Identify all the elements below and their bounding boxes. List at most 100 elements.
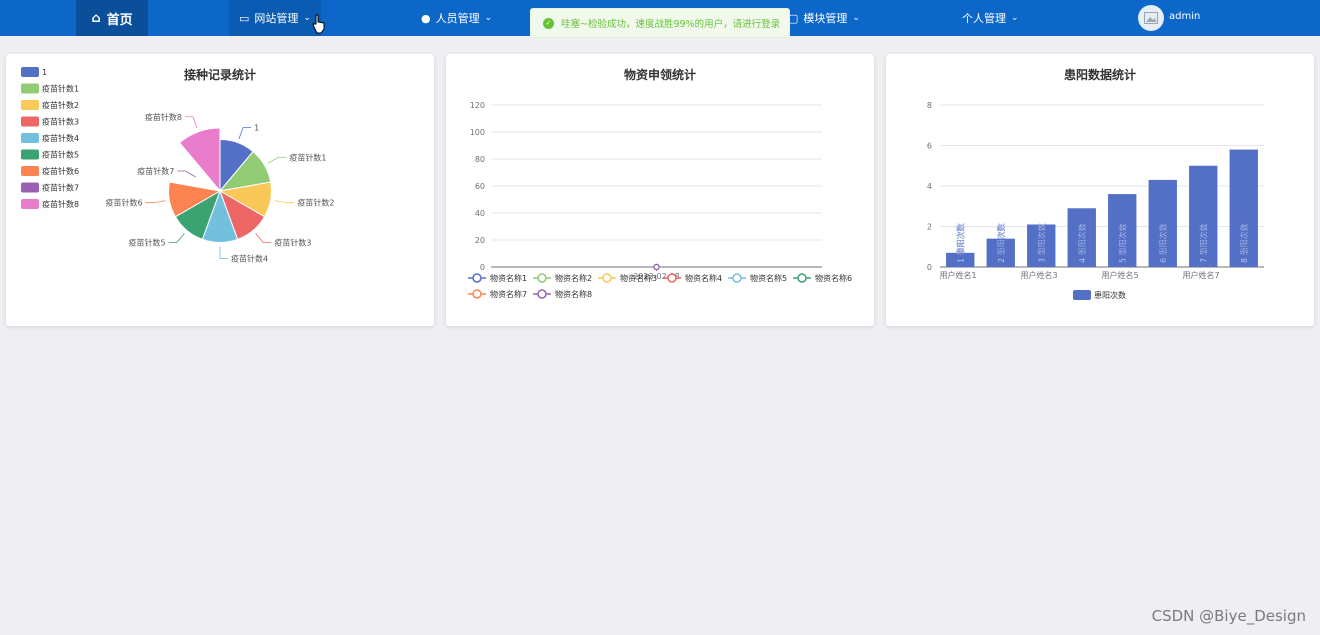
pie-slice-label: 疫苗针数2: [297, 198, 334, 208]
line-legend-marker-dot[interactable]: [472, 273, 482, 283]
pie-legend-swatch[interactable]: [21, 199, 39, 209]
line-legend-marker-dot[interactable]: [537, 289, 547, 299]
line-legend-marker-dot[interactable]: [537, 273, 547, 283]
pie-legend-swatch[interactable]: [21, 83, 39, 94]
line-legend-marker-dot[interactable]: [602, 273, 612, 283]
pie-legend-label[interactable]: 疫苗针数3: [42, 117, 79, 127]
bar-y-tick-label: 6: [927, 142, 932, 151]
pie-legend-label[interactable]: 疫苗针数8: [42, 199, 79, 209]
pie-slice-label: 疫苗针数7: [137, 166, 174, 176]
line-legend-label[interactable]: 物资名称4: [685, 273, 722, 283]
pie-label-line: [219, 246, 228, 259]
bar-y-tick-label: 0: [927, 263, 932, 272]
pie-slice-label: 1: [254, 124, 259, 133]
bar-x-tick-label: 用户姓名5: [1101, 270, 1138, 280]
line-legend-label[interactable]: 物资名称5: [750, 273, 787, 283]
pie-legend-swatch[interactable]: [21, 182, 39, 193]
pie-legend-label[interactable]: 疫苗针数6: [42, 166, 79, 176]
pie-slice-label: 疫苗针数6: [105, 198, 142, 208]
pie-legend-label[interactable]: 疫苗针数4: [42, 133, 79, 143]
home-icon: ⌂: [91, 10, 101, 26]
pie-legend-label[interactable]: 疫苗针数5: [42, 150, 79, 160]
bar-value-label: 6 患阳次数: [1158, 223, 1168, 263]
line-chart: 0204060801001202023-02-08物资名称1 物资名称2 物资名称3…: [468, 101, 852, 299]
line-legend-label[interactable]: 物资名称3: [620, 273, 657, 283]
line-y-tick-label: 120: [470, 101, 485, 110]
pie-label-line: [145, 200, 166, 204]
bar-value-label: 1 患阳次数: [955, 223, 965, 263]
line-y-tick-label: 0: [480, 263, 485, 272]
bar-y-tick-label: 2: [927, 223, 932, 232]
nav-people-management[interactable]: ● 人员管理 ⌄: [421, 0, 492, 36]
nav-site-management[interactable]: ▭ 网站管理 ⌄: [229, 0, 321, 36]
pie-label-line: [255, 233, 272, 244]
username-label[interactable]: admin: [1169, 0, 1200, 36]
nav-personal-label: 个人管理: [962, 12, 1006, 25]
pie-legend-label[interactable]: 疫苗针数1: [42, 84, 79, 94]
line-legend-label[interactable]: 物资名称7: [490, 289, 527, 299]
bar-value-label: 3 患阳次数: [1036, 223, 1046, 263]
pie-label-line: [238, 127, 252, 140]
pie-label-line: [267, 156, 287, 164]
pie-legend-label[interactable]: 疫苗针数2: [42, 100, 79, 110]
line-point[interactable]: [653, 263, 660, 271]
bar-x-tick-label: 用户姓名3: [1020, 270, 1057, 280]
pie-slice-label: 疫苗针数1: [289, 152, 326, 162]
chevron-down-icon: ⌄: [484, 13, 493, 23]
pie-legend-swatch[interactable]: [21, 116, 39, 127]
line-legend-label[interactable]: 物资名称1: [490, 273, 527, 283]
pie-label-line: [177, 170, 196, 178]
bar-y-tick-label: 4: [927, 182, 932, 191]
image-icon: [1144, 12, 1158, 24]
pie-slice-label: 疫苗针数3: [274, 238, 311, 248]
nav-module-management[interactable]: ▢ 模块管理 ⌄: [788, 0, 860, 36]
pie-label-line: [184, 116, 198, 129]
line-y-tick-label: 100: [470, 128, 485, 137]
nav-personal-management[interactable]: 个人管理 ⌄: [962, 0, 1019, 36]
pie-legend-label[interactable]: 1: [42, 68, 47, 77]
line-y-tick-label: 20: [475, 236, 485, 245]
line-legend-marker-dot[interactable]: [732, 273, 742, 283]
pie-legend-label[interactable]: 疫苗针数7: [42, 183, 79, 193]
pie-legend-swatch[interactable]: [21, 149, 39, 160]
toast-message: 哇塞~检验成功，速度战胜99%的用户，请进行登录: [561, 19, 781, 30]
pie-legend-swatch[interactable]: [21, 166, 39, 176]
line-legend-marker-dot[interactable]: [797, 273, 807, 283]
line-legend-marker-dot[interactable]: [472, 289, 482, 299]
chevron-down-icon: ⌄: [852, 13, 860, 23]
line-legend-label[interactable]: 物资名称6: [815, 273, 852, 283]
chevron-down-icon: ⌄: [1011, 13, 1019, 23]
line-legend-label[interactable]: 物资名称2: [555, 273, 592, 283]
pie-slice-label: 疫苗针数4: [231, 253, 268, 263]
bar-x-tick-label: 用户姓名7: [1182, 270, 1219, 280]
bar-legend-label[interactable]: 患阳次数: [1094, 290, 1126, 300]
chevron-down-icon: ⌄: [303, 13, 311, 23]
user-icon: ●: [421, 11, 431, 25]
bar-x-tick-label: 用户姓名1: [939, 270, 976, 280]
check-circle-icon: ✓: [543, 17, 554, 29]
line-y-tick-label: 80: [475, 155, 485, 164]
avatar[interactable]: [1138, 5, 1164, 31]
bar-y-tick-label: 8: [927, 101, 932, 110]
bar-value-label: 8 患阳次数: [1239, 223, 1249, 263]
nav-people-label: 人员管理: [435, 12, 480, 25]
line-y-tick-label: 40: [475, 209, 485, 218]
nav-home[interactable]: ⌂ 首页: [76, 0, 148, 36]
bar-value-label: 5 患阳次数: [1117, 223, 1127, 263]
pie-label-line: [274, 200, 295, 204]
pie-legend-swatch[interactable]: [21, 100, 39, 110]
bar-chart: 0 2 4 6 8 1 患阳次数用户姓名1 2 患阳次数 3 患阳次数用户姓名3 4 患阳次数 5…: [927, 101, 1264, 300]
line-legend-label[interactable]: 物资名称8: [555, 289, 592, 299]
pie-slice-label: 疫苗针数8: [145, 112, 182, 122]
success-toast: ✓ 哇塞~检验成功，速度战胜99%的用户，请进行登录: [530, 8, 790, 38]
bar-legend-swatch[interactable]: [1073, 290, 1091, 300]
bar-value-label: 4 患阳次数: [1077, 223, 1087, 263]
pie-label-line: [168, 233, 185, 244]
line-legend-marker-dot[interactable]: [667, 273, 677, 283]
pie-legend-swatch[interactable]: [21, 67, 39, 77]
nav-module-label: 模块管理: [803, 12, 848, 25]
pie-slice-label: 疫苗针数5: [129, 238, 166, 248]
pie-legend-swatch[interactable]: [21, 133, 39, 143]
watermark: CSDN @Biye_Design: [1151, 607, 1306, 625]
pie-slice[interactable]: [178, 127, 221, 193]
